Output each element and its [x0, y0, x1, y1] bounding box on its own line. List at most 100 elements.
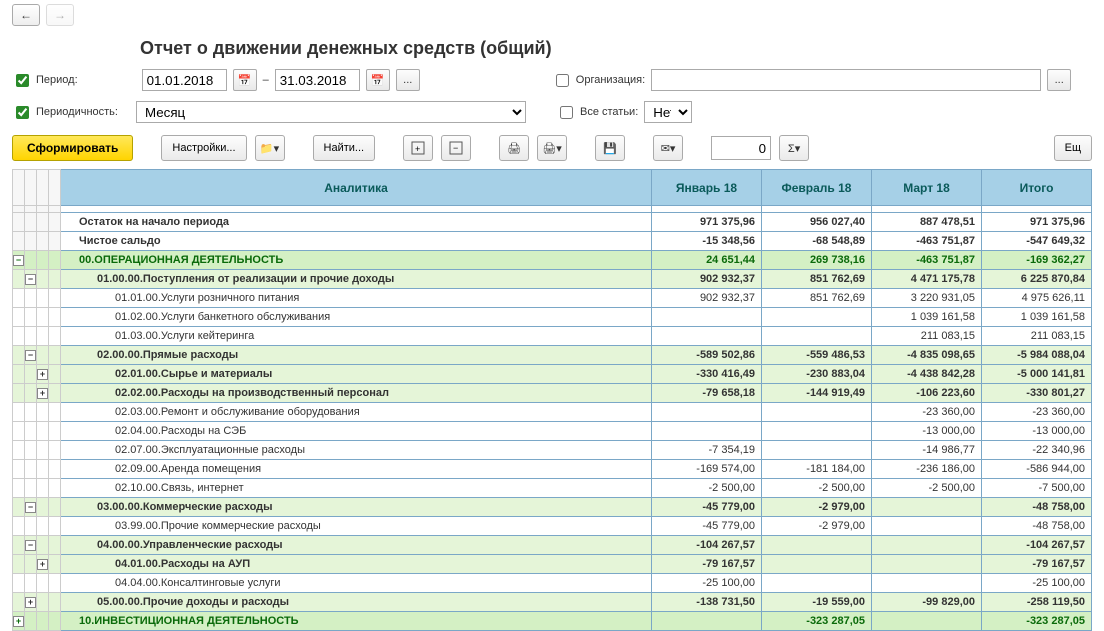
- table-row[interactable]: 02.04.00.Расходы на СЭБ-13 000,00-13 000…: [13, 422, 1092, 441]
- expand-toggle[interactable]: +: [13, 616, 24, 627]
- value-cell: -14 986,77: [872, 441, 982, 460]
- table-row[interactable]: 03.99.00.Прочие коммерческие расходы-45 …: [13, 517, 1092, 536]
- org-more-button[interactable]: ...: [1047, 69, 1071, 91]
- table-row[interactable]: 01.02.00.Услуги банкетного обслуживания1…: [13, 308, 1092, 327]
- value-cell: [872, 536, 982, 555]
- value-cell: 851 762,69: [762, 289, 872, 308]
- expand-icon[interactable]: +: [403, 135, 433, 161]
- collapse-toggle[interactable]: −: [25, 350, 36, 361]
- generate-button[interactable]: Сформировать: [12, 135, 133, 161]
- analytic-cell: Остаток на начало периода: [61, 213, 652, 232]
- table-row[interactable]: +04.01.00.Расходы на АУП-79 167,57-79 16…: [13, 555, 1092, 574]
- collapse-icon[interactable]: −: [441, 135, 471, 161]
- value-cell: 211 083,15: [982, 327, 1092, 346]
- periodicity-select[interactable]: Месяц: [136, 101, 526, 123]
- sigma-icon[interactable]: Σ▾: [779, 135, 809, 161]
- value-cell: -79 658,18: [652, 384, 762, 403]
- value-cell: -463 751,87: [872, 232, 982, 251]
- value-cell: 24 651,44: [652, 251, 762, 270]
- value-cell: -79 167,57: [982, 555, 1092, 574]
- all-articles-checkbox[interactable]: Все статьи:: [556, 103, 638, 122]
- table-row[interactable]: +02.02.00.Расходы на производственный пе…: [13, 384, 1092, 403]
- expand-toggle[interactable]: +: [37, 388, 48, 399]
- number-input[interactable]: [711, 136, 771, 160]
- find-button[interactable]: Найти...: [313, 135, 376, 161]
- table-row[interactable]: Чистое сальдо-15 348,56-68 548,89-463 75…: [13, 232, 1092, 251]
- value-cell: -236 186,00: [872, 460, 982, 479]
- table-row[interactable]: −03.00.00.Коммерческие расходы-45 779,00…: [13, 498, 1092, 517]
- collapse-toggle[interactable]: −: [25, 540, 36, 551]
- value-cell: -547 649,32: [982, 232, 1092, 251]
- settings-button[interactable]: Настройки...: [161, 135, 246, 161]
- collapse-toggle[interactable]: −: [25, 274, 36, 285]
- folder-icon[interactable]: 📁▾: [255, 135, 285, 161]
- mail-icon[interactable]: ✉▾: [653, 135, 683, 161]
- value-cell: -181 184,00: [762, 460, 872, 479]
- value-cell: -586 944,00: [982, 460, 1092, 479]
- value-cell: [652, 327, 762, 346]
- table-row[interactable]: −02.00.00.Прямые расходы-589 502,86-559 …: [13, 346, 1092, 365]
- value-cell: -19 559,00: [762, 593, 872, 612]
- table-row[interactable]: 02.03.00.Ремонт и обслуживание оборудова…: [13, 403, 1092, 422]
- value-cell: [762, 555, 872, 574]
- value-cell: -230 883,04: [762, 365, 872, 384]
- table-row[interactable]: +02.01.00.Сырье и материалы-330 416,49-2…: [13, 365, 1092, 384]
- collapse-toggle[interactable]: −: [25, 502, 36, 513]
- value-cell: 269 738,16: [762, 251, 872, 270]
- calendar-icon[interactable]: 📅: [366, 69, 390, 91]
- expand-toggle[interactable]: +: [37, 369, 48, 380]
- table-row[interactable]: +10.ИНВЕСТИЦИОННАЯ ДЕЯТЕЛЬНОСТЬ-323 287,…: [13, 612, 1092, 631]
- print-icon[interactable]: 🖨: [499, 135, 529, 161]
- table-row[interactable]: 02.09.00.Аренда помещения-169 574,00-181…: [13, 460, 1092, 479]
- nav-back-button[interactable]: ←: [12, 4, 40, 26]
- expand-toggle[interactable]: +: [37, 559, 48, 570]
- col-feb: Февраль 18: [762, 170, 872, 206]
- period-more-button[interactable]: ...: [396, 69, 420, 91]
- save-icon[interactable]: 💾: [595, 135, 625, 161]
- value-cell: -2 979,00: [762, 498, 872, 517]
- table-row[interactable]: 04.04.00.Консалтинговые услуги-25 100,00…: [13, 574, 1092, 593]
- org-input[interactable]: [651, 69, 1041, 91]
- table-row[interactable]: 02.07.00.Эксплуатационные расходы-7 354,…: [13, 441, 1092, 460]
- value-cell: -79 167,57: [652, 555, 762, 574]
- print-dropdown-icon[interactable]: 🖨▾: [537, 135, 567, 161]
- value-cell: [762, 441, 872, 460]
- period-label: Период:: [36, 74, 78, 86]
- value-cell: -7 500,00: [982, 479, 1092, 498]
- table-row[interactable]: 01.01.00.Услуги розничного питания902 93…: [13, 289, 1092, 308]
- value-cell: 4 471 175,78: [872, 270, 982, 289]
- value-cell: 887 478,51: [872, 213, 982, 232]
- calendar-icon[interactable]: 📅: [233, 69, 257, 91]
- analytic-cell: 02.02.00.Расходы на производственный пер…: [61, 384, 652, 403]
- col-analytic: Аналитика: [61, 170, 652, 206]
- date-to-input[interactable]: [275, 69, 360, 91]
- value-cell: -258 119,50: [982, 593, 1092, 612]
- collapse-toggle[interactable]: −: [13, 255, 24, 266]
- table-row[interactable]: −00.ОПЕРАЦИОННАЯ ДЕЯТЕЛЬНОСТЬ24 651,4426…: [13, 251, 1092, 270]
- table-row[interactable]: 01.03.00.Услуги кейтеринга211 083,15211 …: [13, 327, 1092, 346]
- value-cell: -13 000,00: [872, 422, 982, 441]
- table-row[interactable]: 02.10.00.Связь, интернет-2 500,00-2 500,…: [13, 479, 1092, 498]
- table-row[interactable]: Остаток на начало периода971 375,96956 0…: [13, 213, 1092, 232]
- period-checkbox[interactable]: Период:: [12, 71, 78, 90]
- org-checkbox[interactable]: Организация:: [552, 71, 645, 90]
- all-articles-select[interactable]: Нет: [644, 101, 692, 123]
- value-cell: [652, 403, 762, 422]
- value-cell: -45 779,00: [652, 498, 762, 517]
- more-button[interactable]: Ещ: [1054, 135, 1092, 161]
- value-cell: -5 984 088,04: [982, 346, 1092, 365]
- value-cell: [762, 536, 872, 555]
- value-cell: 211 083,15: [872, 327, 982, 346]
- periodicity-checkbox[interactable]: Периодичность:: [12, 103, 118, 122]
- table-row[interactable]: −04.00.00.Управленческие расходы-104 267…: [13, 536, 1092, 555]
- value-cell: 4 975 626,11: [982, 289, 1092, 308]
- value-cell: 902 932,37: [652, 289, 762, 308]
- col-jan: Январь 18: [652, 170, 762, 206]
- value-cell: -2 979,00: [762, 517, 872, 536]
- nav-forward-button[interactable]: →: [46, 4, 74, 26]
- table-row[interactable]: −01.00.00.Поступления от реализации и пр…: [13, 270, 1092, 289]
- value-cell: -138 731,50: [652, 593, 762, 612]
- expand-toggle[interactable]: +: [25, 597, 36, 608]
- table-row[interactable]: +05.00.00.Прочие доходы и расходы-138 73…: [13, 593, 1092, 612]
- date-from-input[interactable]: [142, 69, 227, 91]
